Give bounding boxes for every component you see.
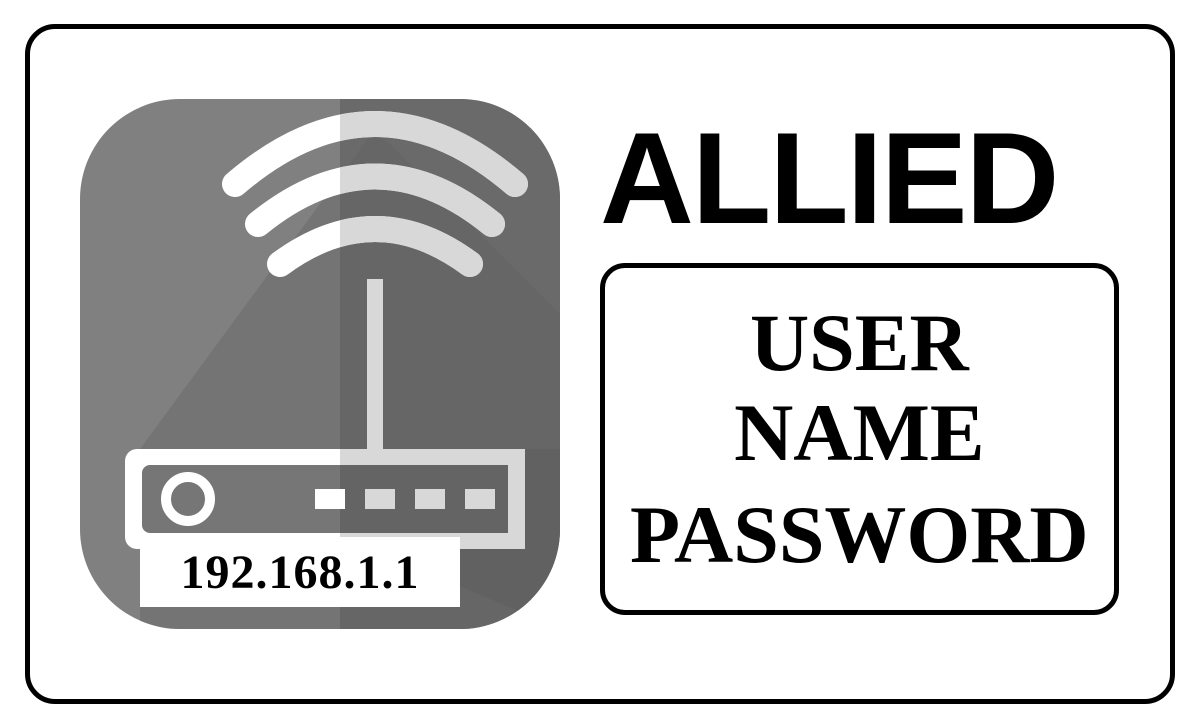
credentials-box: USER NAME PASSWORD [600,263,1119,616]
main-frame: 192.168.1.1 ALLIED USER NAME PASSWORD [25,24,1175,704]
router-body-icon [125,449,525,549]
password-label: PASSWORD [630,490,1089,580]
text-content: ALLIED USER NAME PASSWORD [600,113,1149,616]
brand-title: ALLIED [600,113,1119,243]
ip-address-label: 192.168.1.1 [140,537,460,607]
username-label: USER NAME [630,298,1089,478]
router-icon-container: 192.168.1.1 [80,99,560,629]
